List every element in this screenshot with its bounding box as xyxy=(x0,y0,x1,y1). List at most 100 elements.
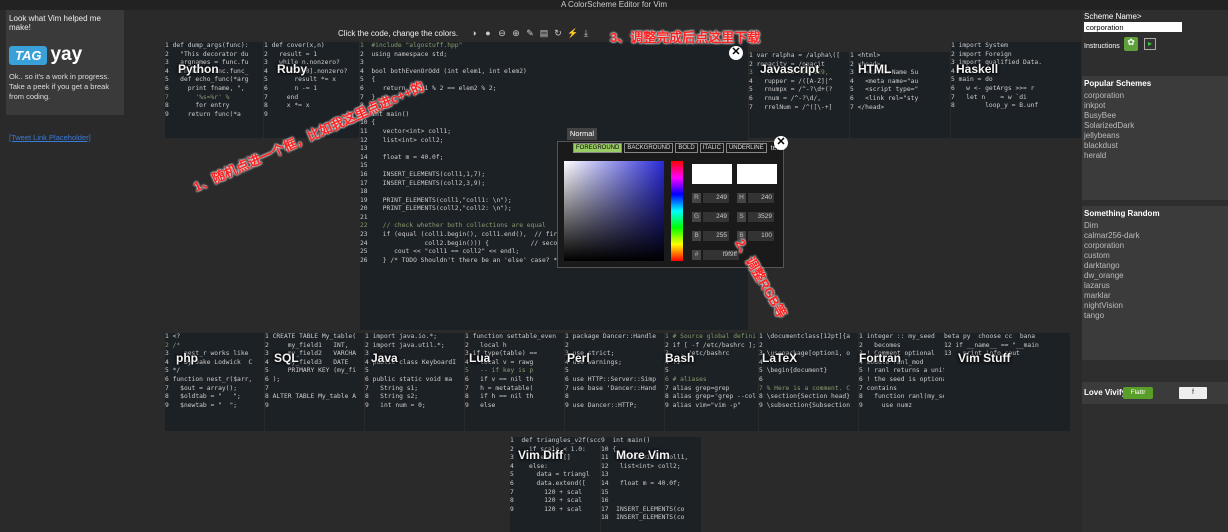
code-line[interactable]: 16 xyxy=(601,497,701,506)
code-line[interactable]: 2 xyxy=(565,342,664,351)
code-line[interactable]: 5 <script type=" xyxy=(850,86,950,95)
scheme-item[interactable]: BusyBee xyxy=(1082,111,1228,121)
code-panel-python[interactable]: 1 def dump_args(func): 2 "This decorator … xyxy=(165,42,263,138)
code-line[interactable]: 1 # Source global defini xyxy=(665,333,758,342)
code-line[interactable]: 15 xyxy=(601,489,701,498)
code-line[interactable]: 9 120 + scal xyxy=(510,506,600,515)
download-icon[interactable]: ⤓ xyxy=(581,28,591,38)
code-line[interactable]: 4 else: xyxy=(510,463,600,472)
code-line[interactable]: 6 w <- getArgs >>= r xyxy=(951,85,1081,94)
code-line[interactable]: 8 alias grep='grep --col xyxy=(665,393,758,402)
code-line[interactable]: 5 -- if key is p xyxy=(465,367,564,376)
code-line[interactable]: 1 import System xyxy=(951,42,1081,51)
code-line[interactable]: 1 def cover(x,n) xyxy=(264,42,359,51)
code-line[interactable]: 9 int main() xyxy=(360,111,748,120)
code-panel-lua[interactable]: 1 function settable_even 2 local h3 if ty… xyxy=(465,333,564,431)
contrast-icon[interactable]: ◑ xyxy=(469,28,479,38)
code-line[interactable]: 7 % Here is a comment. C xyxy=(759,385,858,394)
code-line[interactable]: 7 String s1; xyxy=(365,385,464,394)
code-panel-java[interactable]: 1 import java.io.*; 2 import java.util.*;… xyxy=(365,333,464,431)
scheme-item[interactable]: jellybeans xyxy=(1082,131,1228,141)
code-line[interactable]: 11 vector<int> coll1; xyxy=(360,128,748,137)
scheme-item[interactable]: blackdust xyxy=(1082,141,1228,151)
code-line[interactable]: 1 package Dancer::Handle xyxy=(565,333,664,342)
tweet-link[interactable]: [Tweet Link Placeholder] xyxy=(9,133,91,142)
scheme-item[interactable]: corporation xyxy=(1082,91,1228,101)
field-b[interactable]: B 255 xyxy=(692,231,729,241)
code-line[interactable]: 2 import java.util.*; xyxy=(365,342,464,351)
code-line[interactable]: 8 \section{Section head} xyxy=(759,393,858,402)
flattr-button[interactable]: Flattr xyxy=(1123,387,1153,399)
code-panel-bash[interactable]: 1 # Source global defini 2 if [ -f /etc/b… xyxy=(665,333,758,431)
code-line[interactable]: 2 my_field1 INT, xyxy=(265,342,364,351)
code-line[interactable]: 6 n -= 1 xyxy=(264,85,359,94)
code-line[interactable]: 7 let n = w `di xyxy=(951,94,1081,103)
code-line[interactable]: 5 xyxy=(365,367,464,376)
field-g[interactable]: G 249 xyxy=(692,212,729,222)
code-line[interactable]: 9 int main() xyxy=(601,437,701,446)
code-line[interactable]: 5 main = do xyxy=(951,76,1081,85)
tab-underline[interactable]: UNDERLINE xyxy=(725,143,767,153)
code-line[interactable]: 8 for entry xyxy=(165,102,263,111)
code-line[interactable]: 6 public static void ma xyxy=(365,376,464,385)
code-line[interactable]: 2 if [ -f /etc/bashrc ]; xyxy=(665,342,758,351)
facebook-button[interactable]: f xyxy=(1179,387,1207,399)
field-hex[interactable]: # f9f9ff xyxy=(692,250,739,260)
code-line[interactable]: 2 result = 1 xyxy=(264,51,359,60)
code-line[interactable]: 1 def triangles_v2f(scol xyxy=(510,437,600,446)
code-line[interactable]: 5 data = triangl xyxy=(510,471,600,480)
code-line[interactable]: 6 print fname, ", xyxy=(165,85,263,94)
code-line[interactable]: 1 <html> xyxy=(850,52,950,61)
code-line[interactable]: 17 INSERT_ELEMENTS(co xyxy=(601,506,701,515)
code-line[interactable]: 2 xyxy=(759,342,858,351)
scheme-item[interactable]: herald xyxy=(1082,151,1228,161)
code-line[interactable]: 5 xyxy=(565,367,664,376)
code-line[interactable]: 5 */ xyxy=(165,367,264,376)
code-line[interactable]: 1 var ralpha = /alpha\([ xyxy=(749,52,849,61)
code-line[interactable]: 5 xyxy=(665,367,758,376)
code-line[interactable]: 9 else xyxy=(465,402,564,411)
code-line[interactable]: 18 INSERT_ELEMENTS(co xyxy=(601,514,701,523)
code-panel-php[interactable]: 1 <? 2 /* 3 nest_r works like 4 By Jake Lod… xyxy=(165,333,264,431)
code-line[interactable]: 6 function nest_r($arr, xyxy=(165,376,264,385)
code-line[interactable]: 2 using namespace std; xyxy=(360,51,748,60)
folder-icon[interactable]: ▤ xyxy=(539,28,549,38)
scheme-item[interactable]: lazarus xyxy=(1082,281,1228,291)
code-line[interactable]: 7 rrelNum = /^([\-+] xyxy=(749,104,849,113)
code-line[interactable]: 8 ALTER TABLE My_table A xyxy=(265,393,364,402)
scheme-item[interactable]: dw_orange xyxy=(1082,271,1228,281)
code-line[interactable]: 7 </head> xyxy=(850,104,950,113)
code-line[interactable]: 1 def dump_args(func): xyxy=(165,42,263,51)
code-line[interactable]: 5 result *= x xyxy=(264,76,359,85)
edit-icon[interactable]: ✎ xyxy=(525,28,535,38)
ink-icon[interactable]: ● xyxy=(483,28,493,38)
scheme-item[interactable]: marklar xyxy=(1082,291,1228,301)
scheme-item[interactable]: nightVision xyxy=(1082,301,1228,311)
code-line[interactable]: 9 alias vim="vim -p" xyxy=(665,402,758,411)
tagyay-logo[interactable]: TAG yay xyxy=(9,44,121,66)
code-line[interactable]: 10 { xyxy=(360,119,748,128)
tab-bold[interactable]: BOLD xyxy=(675,143,698,153)
code-panel-sql[interactable]: 1 CREATE TABLE My_table(2 my_field1 INT,… xyxy=(265,333,364,431)
scheme-item[interactable]: darktango xyxy=(1082,261,1228,271)
code-line[interactable]: 1 import java.io.*; xyxy=(365,333,464,342)
scheme-item[interactable]: calmar256-dark xyxy=(1082,231,1228,241)
code-line[interactable]: 12 if __name__ == "__main xyxy=(944,342,1070,351)
plus-icon[interactable]: ⊕ xyxy=(511,28,521,38)
code-line[interactable]: 2 local h xyxy=(465,342,564,351)
terminal-icon[interactable]: ▸ xyxy=(1144,38,1156,50)
code-line[interactable]: 7 alias grep=grep xyxy=(665,385,758,394)
tab-italic[interactable]: ITALIC xyxy=(699,143,724,153)
scheme-item[interactable]: custom xyxy=(1082,251,1228,261)
code-line[interactable]: 1 \documentclass[12pt]{a xyxy=(759,333,858,342)
code-line[interactable]: 6 xyxy=(759,376,858,385)
code-line[interactable]: 9 \subsection{Subsection xyxy=(759,402,858,411)
field-r[interactable]: R 249 xyxy=(692,193,729,203)
code-line[interactable]: 9 xyxy=(265,402,364,411)
scheme-item[interactable]: SolarizedDark xyxy=(1082,121,1228,131)
code-line[interactable]: 6 ); xyxy=(265,376,364,385)
code-panel-latex[interactable]: 1 \documentclass[12pt]{a 2 3 \usepackage[o… xyxy=(759,333,858,431)
code-line[interactable]: 4 rupper = /([A-Z]|^ xyxy=(749,78,849,87)
code-line[interactable]: 6 if v == nil th xyxy=(465,376,564,385)
magic-icon[interactable]: ⚡ xyxy=(567,28,578,38)
